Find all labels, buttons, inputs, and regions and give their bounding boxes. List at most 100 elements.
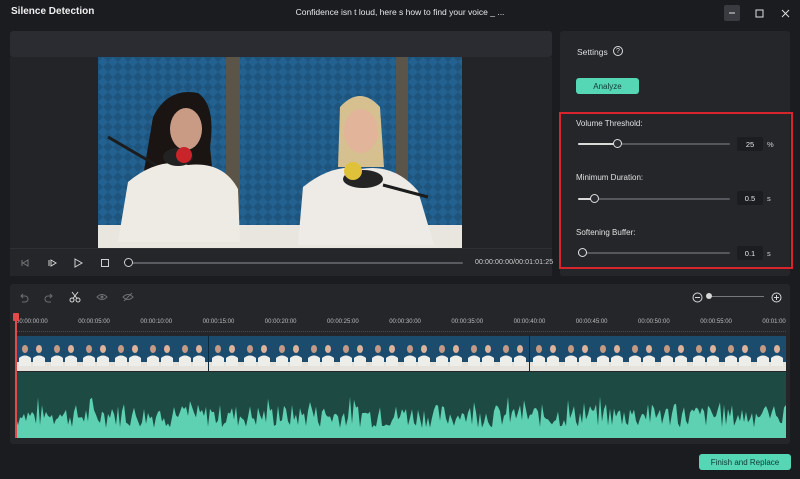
- ruler-baseline: [16, 328, 786, 332]
- softening-buffer-handle[interactable]: [578, 248, 588, 257]
- document-title: Confidence isn t loud, here s how to fin…: [295, 7, 505, 17]
- ruler-label: 00:00:35:00: [451, 319, 484, 325]
- eye-off-icon: [122, 292, 134, 302]
- settings-heading: Settings: [577, 47, 608, 57]
- video-thumbnail: [240, 336, 273, 371]
- ruler-label: 00:00:20:00: [264, 319, 297, 325]
- play-icon: [74, 258, 83, 268]
- analyze-button[interactable]: Analyze: [576, 78, 639, 94]
- undo-icon: [19, 293, 28, 302]
- minimize-icon: [729, 12, 735, 14]
- volume-threshold-unit: %: [767, 140, 774, 149]
- stop-icon: [101, 259, 109, 267]
- minimize-button[interactable]: [724, 5, 740, 21]
- zoom-out-icon: [692, 292, 702, 302]
- undo-button[interactable]: [17, 291, 29, 303]
- volume-threshold-slider[interactable]: [578, 143, 730, 145]
- play-button[interactable]: [71, 256, 85, 270]
- zoom-in-button[interactable]: [770, 291, 782, 303]
- timecode: 00:00:00:00/00:01:01:25: [475, 259, 554, 266]
- ruler-label: 00:00:15:00: [202, 319, 235, 325]
- split-button[interactable]: [69, 291, 81, 303]
- playback-scrubber[interactable]: [128, 262, 463, 264]
- zoom-slider[interactable]: [710, 296, 764, 297]
- video-thumbnail: [272, 336, 305, 371]
- next-frame-button[interactable]: [45, 256, 59, 270]
- softening-buffer-label: Softening Buffer:: [576, 228, 636, 237]
- volume-threshold-input[interactable]: 25: [737, 137, 763, 151]
- video-thumbnail: [48, 336, 81, 371]
- step-back-icon: [21, 259, 29, 267]
- video-thumbnail: [401, 336, 434, 371]
- video-thumbnail: [625, 336, 658, 371]
- ruler-label: 00:01:00: [762, 319, 786, 325]
- close-icon: [781, 9, 789, 17]
- redo-icon: [44, 293, 53, 302]
- player-controls: 00:00:00:00/00:01:01:25: [10, 248, 554, 276]
- video-thumbnail: [561, 336, 594, 371]
- ruler-label: 00:00:50:00: [638, 319, 670, 325]
- zoom-handle[interactable]: [706, 293, 712, 299]
- softening-buffer-unit: s: [767, 249, 771, 258]
- scrubber-handle[interactable]: [124, 258, 133, 267]
- video-thumbnail: [176, 336, 209, 371]
- playhead[interactable]: [15, 314, 17, 438]
- ruler-label: 00:00:45:00: [575, 319, 608, 325]
- maximize-icon: [755, 9, 763, 17]
- minimum-duration-input[interactable]: 0.5: [737, 191, 763, 205]
- ruler-label: 00:00:25:00: [327, 319, 359, 325]
- video-thumbnail: [144, 336, 177, 371]
- softening-buffer-slider[interactable]: [578, 252, 730, 254]
- volume-threshold-handle[interactable]: [613, 139, 623, 148]
- video-thumbnail: [657, 336, 690, 371]
- ruler-label: 00:00:55:00: [700, 319, 732, 325]
- audio-track-clip[interactable]: [16, 372, 786, 438]
- video-thumbnail: [208, 336, 241, 371]
- ruler-label: 00:00:00:00: [16, 319, 48, 325]
- step-forward-icon: [48, 259, 57, 267]
- previous-frame-button[interactable]: [18, 256, 32, 270]
- video-thumbnail: [433, 336, 466, 371]
- ruler-label: 00:00:05:00: [78, 319, 110, 325]
- title-bar: Silence Detection Confidence isn t loud,…: [0, 0, 800, 26]
- eye-icon: [96, 294, 108, 300]
- preview-header: [10, 31, 552, 57]
- video-thumbnail: [16, 336, 49, 371]
- minimum-duration-slider[interactable]: [578, 198, 730, 200]
- video-thumbnail: [593, 336, 626, 371]
- minimum-duration-label: Minimum Duration:: [576, 173, 644, 182]
- minimum-duration-unit: s: [767, 194, 771, 203]
- video-thumbnail: [465, 336, 498, 371]
- maximize-button[interactable]: [751, 5, 767, 21]
- zoom-in-icon: [771, 292, 781, 302]
- video-frame-image: [98, 57, 462, 248]
- softening-buffer-input[interactable]: 0.1: [737, 246, 763, 260]
- scissors-icon: [69, 291, 81, 303]
- zoom-out-button[interactable]: [691, 291, 703, 303]
- ruler-label: 00:00:10:00: [140, 319, 173, 325]
- video-thumbnail: [369, 336, 402, 371]
- video-thumbnail: [304, 336, 337, 371]
- audio-waveform: [16, 396, 786, 438]
- hide-button[interactable]: [122, 291, 134, 303]
- video-thumbnail: [336, 336, 370, 371]
- video-thumbnail: [689, 336, 723, 371]
- video-thumbnail: [112, 336, 145, 371]
- video-thumbnail: [80, 336, 113, 371]
- ruler-label: 00:00:40:00: [513, 319, 546, 325]
- redo-button[interactable]: [43, 291, 55, 303]
- close-button[interactable]: [777, 5, 793, 21]
- video-thumbnail: [754, 336, 786, 371]
- video-preview: [98, 57, 462, 248]
- video-track-clip[interactable]: [16, 336, 786, 371]
- video-thumbnail: [497, 336, 530, 371]
- volume-threshold-label: Volume Threshold:: [576, 119, 643, 128]
- help-icon[interactable]: ?: [613, 46, 623, 56]
- stop-button[interactable]: [98, 256, 112, 270]
- finish-and-replace-button[interactable]: Finish and Replace: [699, 454, 791, 470]
- video-thumbnail: [529, 336, 562, 371]
- show-button[interactable]: [96, 291, 108, 303]
- ruler-label: 00:00:30:00: [389, 319, 421, 325]
- video-thumbnail: [722, 336, 755, 371]
- playhead-handle[interactable]: [13, 313, 19, 321]
